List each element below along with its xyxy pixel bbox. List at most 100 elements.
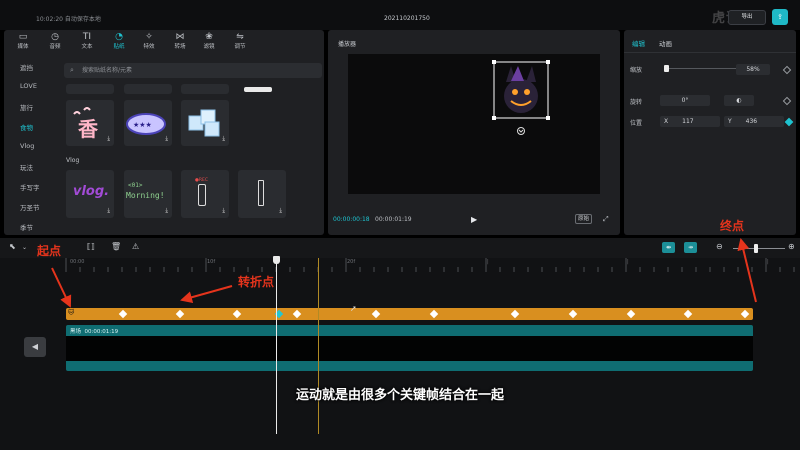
player-panel: 播放器 00:00:00:18 00:00:01:19 ▶ 原始 ⤢: [328, 30, 620, 235]
sticker-thumbnail[interactable]: [181, 84, 229, 94]
tab-animation[interactable]: 动画: [659, 38, 672, 48]
position-y-field[interactable]: Y 436: [724, 116, 784, 127]
text-icon: TI: [82, 32, 92, 42]
tick-label: 10f: [207, 259, 216, 265]
ratio-button[interactable]: 原始: [575, 214, 592, 224]
search-icon: ⌕: [70, 66, 74, 74]
player-canvas[interactable]: [348, 54, 600, 194]
sticker-thumbnail[interactable]: ⤓: [238, 170, 286, 218]
magnet-toggle[interactable]: ⇹: [662, 242, 675, 253]
annotation-turn: 转折点: [238, 275, 275, 289]
keyframe-icon[interactable]: [782, 96, 792, 106]
avatar[interactable]: ⇪: [772, 9, 788, 25]
category-item[interactable]: 遮挡: [20, 62, 33, 72]
sticker-text: <01>: [128, 182, 143, 189]
title-bar: 10:02:20 自动保存本地 202110201750 虎课网 导出 ⇪: [0, 0, 800, 30]
zoom-slider-thumb[interactable]: [754, 244, 758, 253]
play-icon[interactable]: ▶: [471, 215, 477, 224]
sticker-thumbnail[interactable]: <01> Morning! ⤓: [124, 170, 172, 218]
transition-icon: ⋈: [175, 32, 185, 42]
category-item[interactable]: 季节: [20, 222, 33, 232]
zoom-in-icon[interactable]: ⊕: [788, 242, 795, 251]
category-item[interactable]: LOVE: [20, 82, 37, 90]
scale-value-field[interactable]: 58%: [736, 64, 770, 75]
media-icon: ▭: [18, 32, 28, 42]
tab-filter[interactable]: ❀ 滤镜: [198, 32, 220, 51]
mute-track-button[interactable]: ◀: [24, 337, 46, 357]
export-button[interactable]: 导出: [728, 10, 766, 25]
section-title-vlog: Vlog: [66, 157, 80, 164]
scale-label: 缩放: [630, 67, 643, 74]
video-clip[interactable]: 黑场 00:00:01:19: [66, 325, 753, 371]
select-tool-icon[interactable]: ⬉: [9, 242, 16, 251]
sticker-thumbnail[interactable]: ●REC ⤓: [181, 170, 229, 218]
tab-media[interactable]: ▭ 媒体: [12, 32, 34, 51]
timeline-toolbar: ⬉ ⌄ ⟦⟧ 🗑 ⚠ ⊖ ⊕: [0, 238, 800, 258]
playhead-handle[interactable]: [273, 256, 280, 264]
sticker-text: ●REC: [195, 178, 209, 183]
category-item[interactable]: Vlog: [20, 142, 34, 150]
position-label: 位置: [630, 120, 643, 127]
fullscreen-icon[interactable]: ⤢: [603, 215, 609, 224]
rotate-knob[interactable]: ◐: [724, 95, 754, 106]
svg-text:★★★: ★★★: [133, 121, 152, 129]
category-item-active[interactable]: 食物: [20, 122, 33, 132]
tab-adjust[interactable]: ⇋ 调节: [229, 32, 251, 51]
player-title: 播放器: [338, 41, 357, 48]
category-item[interactable]: 旅行: [20, 102, 33, 112]
position-x-field[interactable]: X 117: [660, 116, 720, 127]
sticker-thumbnail[interactable]: [238, 84, 286, 94]
delete-icon[interactable]: 🗑: [111, 242, 121, 251]
preview-sticker: [492, 60, 550, 135]
project-title: 202110201750: [384, 15, 430, 22]
zoom-out-icon[interactable]: ⊖: [716, 242, 723, 251]
keyframe-icon-active[interactable]: [784, 117, 794, 127]
svg-text:香: 香: [78, 117, 99, 141]
tab-sticker[interactable]: ◔ 贴纸: [108, 32, 130, 51]
download-icon[interactable]: ⤓: [165, 207, 168, 215]
tab-text[interactable]: TI 文本: [76, 32, 98, 51]
download-icon[interactable]: ⤓: [107, 135, 110, 143]
sticker-thumbnail[interactable]: [124, 84, 172, 94]
sticker-clip[interactable]: [66, 308, 753, 320]
warning-icon[interactable]: ⚠: [132, 242, 139, 251]
zoom-slider-track[interactable]: [733, 248, 785, 249]
tab-audio[interactable]: ◷ 音频: [44, 32, 66, 51]
tab-effects[interactable]: ✧ 特效: [138, 32, 160, 51]
playhead[interactable]: [276, 260, 277, 434]
properties-panel: 编辑 动画 缩放 58% 旋转 0° ◐ 位置 X 117 Y 436: [624, 30, 796, 235]
rotate-label: 旋转: [630, 99, 643, 106]
sticker-thumbnail[interactable]: vlog. ⤓: [66, 170, 114, 218]
current-time: 00:00:00:18: [333, 216, 370, 223]
tick-label: |: [487, 259, 489, 265]
chevron-down-icon[interactable]: ⌄: [22, 244, 27, 251]
download-icon[interactable]: ⤓: [107, 207, 110, 215]
sticker-text: vlog.: [73, 184, 110, 199]
sticker-thumbnail[interactable]: 香 ⤓: [66, 100, 114, 146]
tab-transition[interactable]: ⋈ 转场: [169, 32, 191, 51]
audio-icon: ◷: [51, 32, 59, 42]
sticker-thumbnail[interactable]: ★★★ ⤓: [124, 100, 172, 146]
scale-slider-thumb[interactable]: [664, 65, 669, 72]
marker-line: [318, 258, 319, 434]
ruler-ticks: [65, 258, 795, 272]
search-box[interactable]: ⌕: [64, 63, 322, 78]
sticker-thumbnail[interactable]: [66, 84, 114, 94]
download-icon[interactable]: ⤓: [279, 207, 282, 215]
link-toggle[interactable]: ⇸: [684, 242, 697, 253]
sticker-thumbnail[interactable]: ⤓: [181, 100, 229, 146]
effects-icon: ✧: [145, 32, 153, 42]
sticker-text: Morning!: [126, 191, 165, 200]
keyframe-icon[interactable]: [782, 65, 792, 75]
tab-edit[interactable]: 编辑: [632, 38, 645, 48]
split-icon[interactable]: ⟦⟧: [87, 242, 95, 251]
category-item[interactable]: 万圣节: [20, 202, 40, 212]
download-icon[interactable]: ⤓: [165, 135, 168, 143]
sticker-icon: ◔: [115, 32, 123, 42]
search-input[interactable]: [82, 64, 312, 77]
rotate-field[interactable]: 0°: [660, 95, 710, 106]
category-item[interactable]: 手写字: [20, 182, 40, 192]
category-item[interactable]: 玩法: [20, 162, 33, 172]
download-icon[interactable]: ⤓: [222, 207, 225, 215]
download-icon[interactable]: ⤓: [222, 135, 225, 143]
